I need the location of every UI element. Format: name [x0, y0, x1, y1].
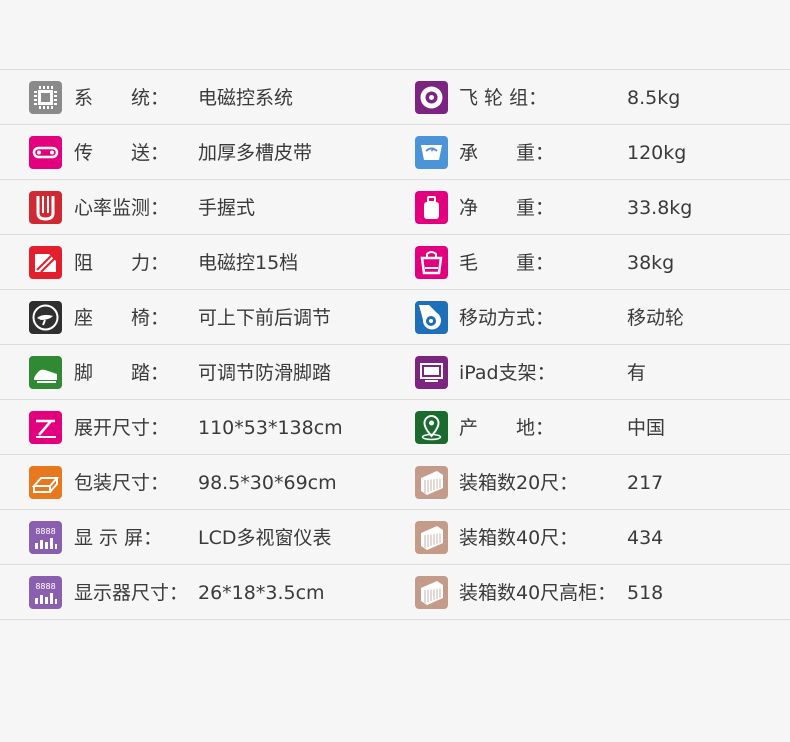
spec-value: 电磁控15档 [198, 252, 299, 274]
spec-value: 手握式 [198, 197, 256, 219]
spec-label: 装箱数40尺高柜： [459, 582, 617, 604]
box-icon [29, 466, 62, 499]
resistance-icon [29, 246, 62, 279]
spec-label: 移动方式： [459, 307, 555, 329]
spec-value: 中国 [627, 417, 666, 439]
spec-label: 包装尺寸： [74, 472, 170, 494]
spec-label: 显 示 屏： [74, 527, 163, 549]
spec-value: 移动轮 [627, 307, 685, 329]
pedal-icon [29, 356, 62, 389]
spec-label: 装箱数40尺： [459, 527, 579, 549]
spec-value: 110*53*138cm [198, 417, 343, 439]
spec-value: 电磁控系统 [198, 87, 294, 109]
spec-label: 展开尺寸： [74, 417, 170, 439]
seat-icon [29, 301, 62, 334]
spec-value: 38kg [627, 252, 675, 274]
location-icon [415, 411, 448, 444]
spec-value: 518 [627, 582, 664, 604]
spec-row: 阻 力： 电磁控15档 毛 重： 38kg [0, 235, 790, 290]
wheel-icon [415, 301, 448, 334]
spec-label: 飞 轮 组： [459, 87, 548, 109]
spec-value: 加厚多槽皮带 [198, 142, 313, 164]
spec-label: 系 统： [74, 87, 170, 109]
spec-value: 8.5kg [627, 87, 681, 109]
bag-icon [415, 246, 448, 279]
spec-row: 系 统： 电磁控系统 飞 轮 组： 8.5kg [0, 70, 790, 125]
scale-icon [415, 136, 448, 169]
spec-label: 装箱数20尺： [459, 472, 579, 494]
spec-value: 98.5*30*69cm [198, 472, 337, 494]
belt-icon [29, 136, 62, 169]
handgrip-icon [29, 191, 62, 224]
container-icon [415, 466, 448, 499]
spec-label: 显示器尺寸： [74, 582, 189, 604]
spec-label: 承 重： [459, 142, 555, 164]
spec-label: 净 重： [459, 197, 555, 219]
spec-value: 217 [627, 472, 664, 494]
container-icon [415, 521, 448, 554]
flywheel-icon [415, 81, 448, 114]
spec-row: 8888 显示器尺寸： 26*18*3.5cm 装箱数40尺高柜： 518 [0, 565, 790, 620]
spec-row: 8888 显 示 屏： LCD多视窗仪表 装箱数40尺： 434 [0, 510, 790, 565]
spec-value: 26*18*3.5cm [198, 582, 325, 604]
spec-row: 心率监测： 手握式 净 重： 33.8kg [0, 180, 790, 235]
spec-row: 脚 踏： 可调节防滑脚踏 iPad支架： 有 [0, 345, 790, 400]
container-icon [415, 576, 448, 609]
chip-icon [29, 81, 62, 114]
spec-value: 可上下前后调节 [198, 307, 332, 329]
spec-label: 产 地： [459, 417, 555, 439]
spec-row: 展开尺寸： 110*53*138cm 产 地： 中国 [0, 400, 790, 455]
spec-value: 33.8kg [627, 197, 693, 219]
spec-row: 包装尺寸： 98.5*30*69cm 装箱数20尺： 217 [0, 455, 790, 510]
tablet-icon [415, 356, 448, 389]
spec-value: LCD多视窗仪表 [198, 527, 332, 549]
spec-value: 434 [627, 527, 664, 549]
spec-value: 120kg [627, 142, 687, 164]
spec-value: 有 [627, 362, 647, 384]
spec-label: 心率监测： [74, 197, 170, 219]
spec-table: 系 统： 电磁控系统 飞 轮 组： 8.5kg 传 送： 加厚多槽皮带 承 重： 120kg 心… [0, 69, 790, 620]
spec-label: 毛 重： [459, 252, 555, 274]
spec-label: 传 送： [74, 142, 170, 164]
display-icon: 8888 [29, 521, 62, 554]
spec-label: 座 椅： [74, 307, 170, 329]
ruler-icon [29, 411, 62, 444]
spec-label: 脚 踏： [74, 362, 170, 384]
spec-label: iPad支架： [459, 362, 556, 384]
spec-value: 可调节防滑脚踏 [198, 362, 332, 384]
spec-row: 座 椅： 可上下前后调节 移动方式： 移动轮 [0, 290, 790, 345]
spec-label: 阻 力： [74, 252, 170, 274]
spec-row: 传 送： 加厚多槽皮带 承 重： 120kg [0, 125, 790, 180]
weight-icon [415, 191, 448, 224]
svg-text:8888: 8888 [35, 582, 55, 591]
display-icon: 8888 [29, 576, 62, 609]
svg-text:8888: 8888 [35, 527, 55, 536]
